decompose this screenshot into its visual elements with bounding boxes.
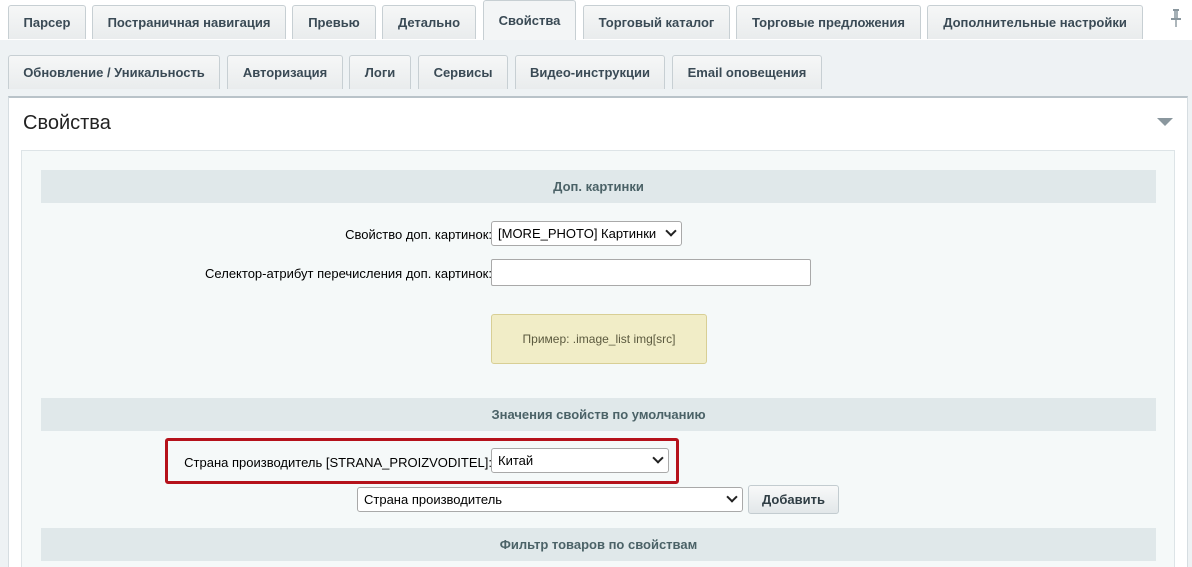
properties-form: Доп. картинки Свойство доп. картинок: [M… [21, 150, 1175, 567]
country-label: Страна производитель [STRANA_PROIZVODITE… [184, 455, 492, 470]
tab-video-instructions[interactable]: Видео-инструкции [515, 55, 665, 89]
more-photo-selector-input[interactable] [491, 259, 811, 286]
chevron-down-icon [652, 452, 664, 464]
tab-row-1: Парсер Постраничная навигация Превью Дет… [0, 0, 1192, 40]
more-photo-property-label: Свойство доп. картинок: [345, 227, 492, 242]
country-select[interactable]: Китай [491, 448, 669, 473]
tab-pagination[interactable]: Постраничная навигация [92, 5, 286, 39]
group-header-default-values: Значения свойств по умолчанию [41, 398, 1156, 431]
tab-email-notifications[interactable]: Email оповещения [672, 55, 822, 89]
properties-panel: Свойства Доп. картинки Свойство доп. кар… [8, 96, 1188, 567]
more-photo-selector-label: Селектор-атрибут перечисления доп. карти… [205, 266, 492, 281]
pin-icon[interactable] [1168, 8, 1184, 28]
tab-row-2: Обновление / Уникальность Авторизация Ло… [0, 50, 1192, 92]
more-photo-property-select[interactable]: [MORE_PHOTO] Картинки [491, 221, 682, 246]
tab-parser[interactable]: Парсер [8, 5, 86, 39]
tab-preview[interactable]: Превью [292, 5, 376, 39]
tab-additional-settings[interactable]: Дополнительные настройки [927, 5, 1143, 39]
tab-services[interactable]: Сервисы [418, 55, 508, 89]
add-property-value: Страна производитель [364, 492, 503, 507]
section-title: Свойства [23, 112, 111, 134]
group-header-more-photo: Доп. картинки [41, 170, 1156, 203]
collapse-triangle-icon[interactable] [1157, 118, 1173, 126]
chevron-down-icon [726, 491, 738, 503]
add-property-select[interactable]: Страна производитель [357, 487, 743, 512]
add-button[interactable]: Добавить [748, 485, 839, 514]
settings-page: Парсер Постраничная навигация Превью Дет… [0, 0, 1192, 567]
tab-detail[interactable]: Детально [382, 5, 476, 39]
tab-logs[interactable]: Логи [349, 55, 411, 89]
chevron-down-icon [665, 225, 677, 237]
tab-trade-offers[interactable]: Торговые предложения [736, 5, 921, 39]
group-header-filter: Фильтр товаров по свойствам [41, 528, 1156, 561]
tab-properties[interactable]: Свойства [483, 0, 576, 40]
country-value: Китай [498, 453, 534, 468]
more-photo-hint: Пример: .image_list img[src] [491, 314, 707, 364]
tab-update-uniqueness[interactable]: Обновление / Уникальность [8, 55, 220, 89]
tab-authorization[interactable]: Авторизация [227, 55, 343, 89]
tab-trade-catalog[interactable]: Торговый каталог [583, 5, 730, 39]
more-photo-property-value: [MORE_PHOTO] Картинки [498, 226, 657, 241]
